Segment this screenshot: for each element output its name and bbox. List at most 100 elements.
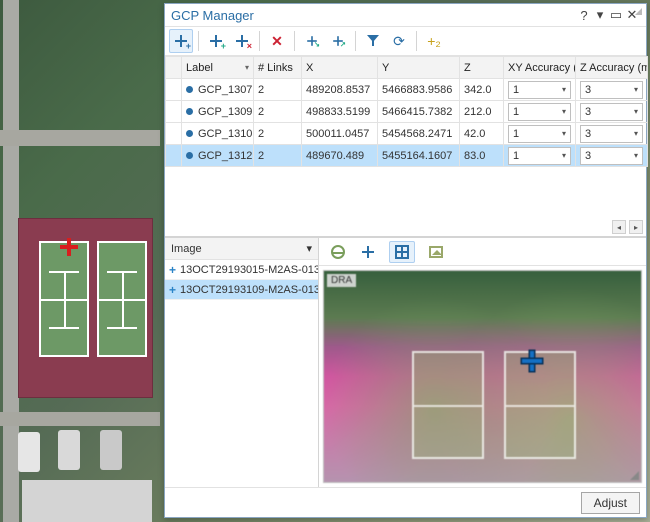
add-gcp-button[interactable]: + [169,29,193,53]
delete-tie-point-button[interactable]: × [230,29,254,53]
image-list-item[interactable]: +13OCT29193015-M2AS-01309 [165,260,318,280]
image-icon [429,246,443,258]
cell-z-accuracy[interactable]: 3▾ [576,101,648,123]
adjust-button[interactable]: Adjust [581,492,640,514]
table-header-row: Label▾ # Links X Y Z XY Accuracy (m Z Ac… [166,57,648,79]
cell-links[interactable]: 2 [254,123,302,145]
image-list-header[interactable]: Image ▾ [165,238,318,260]
cell-z-accuracy[interactable]: 3▾ [576,123,648,145]
vehicle [18,432,40,472]
crosshair-icon [361,245,375,259]
cell-z-accuracy[interactable]: 3▾ [576,79,648,101]
cell-x[interactable]: 498833.5199 [302,101,378,123]
cell-y[interactable]: 5466883.9586 [378,79,460,101]
image-view-button[interactable] [423,241,449,263]
scroll-left-button[interactable]: ◂ [612,220,626,234]
link-status-icon: + [169,263,176,277]
delete-icon: ✕ [271,33,283,50]
gcp-manager-window: GCP Manager ? ▾ ▭ ✕ + + × ✕ ↘ ↗ ⟳ +₂ L [164,3,647,518]
delete-button[interactable]: ✕ [265,29,289,53]
vehicle [58,430,80,470]
cell-xy-accuracy[interactable]: 1▾ [504,79,576,101]
title-bar[interactable]: GCP Manager ? ▾ ▭ ✕ [165,4,646,26]
resize-grip-icon[interactable] [630,471,639,480]
col-z[interactable]: Z [460,57,504,79]
tennis-court-area [18,218,153,398]
grid-view-button[interactable] [389,241,415,263]
import-gcp-button[interactable]: ↘ [300,29,324,53]
cell-links[interactable]: 2 [254,79,302,101]
cell-xy-accuracy[interactable]: 1▾ [504,145,576,167]
image-list-panel: Image ▾ +13OCT29193015-M2AS-01309+13OCT2… [165,238,319,487]
grid-icon [395,245,409,259]
image-name: 13OCT29193015-M2AS-01309 [180,264,318,276]
filter-button[interactable] [361,29,385,53]
row-handle[interactable] [166,79,182,101]
table-row[interactable]: GCP_13072489208.85375466883.9586342.01▾3… [166,79,648,101]
cell-links[interactable]: 2 [254,145,302,167]
cell-label[interactable]: GCP_1309 [182,101,254,123]
table-row[interactable]: GCP_13102500011.04575454568.247142.01▾3▾ [166,123,648,145]
vehicle [100,430,122,470]
preview-court [412,351,484,459]
footer-bar: Adjust [165,487,646,517]
add-tie-point-button[interactable]: + [204,29,228,53]
cell-z-accuracy[interactable]: 3▾ [576,145,648,167]
refresh-button[interactable]: ⟳ [387,29,411,53]
overview-button[interactable] [325,241,351,263]
center-on-gcp-button[interactable] [355,241,381,263]
cell-label[interactable]: GCP_1310 [182,123,254,145]
funnel-icon [367,35,379,47]
status-dot-icon [186,108,193,115]
cell-label[interactable]: GCP_1312 [182,145,254,167]
cell-xy-accuracy[interactable]: 1▾ [504,123,576,145]
image-list-item[interactable]: +13OCT29193109-M2AS-01309 [165,280,318,300]
preview-toolbar [319,238,646,266]
cell-z[interactable]: 212.0 [460,101,504,123]
export-gcp-button[interactable]: ↗ [326,29,350,53]
cell-label[interactable]: GCP_1307 [182,79,254,101]
col-links[interactable]: # Links [254,57,302,79]
table-row[interactable]: GCP_13122489670.4895455164.160783.01▾3▾ [166,145,648,167]
gcp-table: Label▾ # Links X Y Z XY Accuracy (m Z Ac… [165,56,646,237]
status-dot-icon [186,86,193,93]
compute-button[interactable]: +₂ [422,29,446,53]
cell-z[interactable]: 342.0 [460,79,504,101]
building-roof [22,480,152,522]
col-label[interactable]: Label▾ [182,57,254,79]
dra-badge: DRA [327,274,356,287]
help-button[interactable]: ? [576,8,592,23]
preview-canvas[interactable]: DRA [323,270,642,483]
image-name: 13OCT29193109-M2AS-01309 [180,284,318,296]
road-horizontal-2 [0,412,160,426]
cell-z[interactable]: 42.0 [460,123,504,145]
cell-x[interactable]: 489670.489 [302,145,378,167]
cell-z[interactable]: 83.0 [460,145,504,167]
cell-y[interactable]: 5466415.7382 [378,101,460,123]
col-z-accuracy[interactable]: Z Accuracy (m [576,57,648,79]
panel-grip-icon[interactable] [635,8,642,15]
status-dot-icon [186,152,193,159]
menu-indicator[interactable]: ▾ [592,7,608,23]
row-handle[interactable] [166,123,182,145]
scroll-right-button[interactable]: ▸ [629,220,643,234]
col-y[interactable]: Y [378,57,460,79]
main-toolbar: + + × ✕ ↘ ↗ ⟳ +₂ [165,26,646,56]
cell-xy-accuracy[interactable]: 1▾ [504,101,576,123]
sort-caret-icon: ▾ [306,242,312,255]
table-row[interactable]: GCP_13092498833.51995466415.7382212.01▾3… [166,101,648,123]
col-selector[interactable] [166,57,182,79]
hscroll: ◂ ▸ [165,219,646,236]
cell-x[interactable]: 489208.8537 [302,79,378,101]
cell-x[interactable]: 500011.0457 [302,123,378,145]
cell-links[interactable]: 2 [254,101,302,123]
cell-y[interactable]: 5455164.1607 [378,145,460,167]
row-handle[interactable] [166,145,182,167]
col-x[interactable]: X [302,57,378,79]
row-handle[interactable] [166,101,182,123]
preview-panel: DRA [319,238,646,487]
restore-button[interactable]: ▭ [608,7,624,23]
road-vertical [3,0,19,522]
col-xy-accuracy[interactable]: XY Accuracy (m [504,57,576,79]
cell-y[interactable]: 5454568.2471 [378,123,460,145]
